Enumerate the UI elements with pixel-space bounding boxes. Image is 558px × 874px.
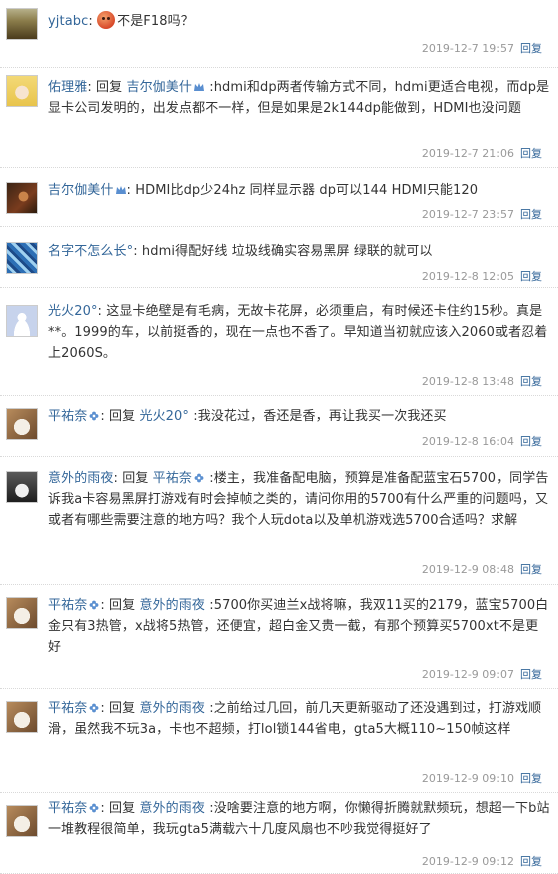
reply-button[interactable]: 回复	[520, 42, 542, 55]
user-badge-icon	[115, 186, 126, 194]
default-user-avatar[interactable]	[6, 305, 38, 337]
face-emoji-icon	[97, 11, 116, 29]
comment-timestamp: 2019-12-9 08:48	[421, 563, 514, 576]
comment-meta: 2019-12-7 21:06 回复	[422, 145, 542, 161]
reply-button[interactable]: 回复	[520, 855, 542, 868]
comment-body: 意外的雨夜: 回复 平祐奈 :楼主，我准备配电脑，预算是准备配蓝宝石5700，同…	[48, 471, 549, 528]
comment-timestamp: 2019-12-9 09:10	[421, 772, 514, 785]
username-link[interactable]: 平祐奈	[48, 701, 87, 716]
comment-timestamp: 2019-12-7 23:57	[421, 208, 514, 221]
comment-item: 平祐奈: 回复 光火20° :我没花过，香还是香，再让我买一次我还买 2019-1…	[0, 396, 558, 457]
username-link[interactable]: 平祐奈	[48, 598, 87, 613]
comment-timestamp: 2019-12-7 21:06	[421, 147, 514, 160]
comment-list: yjtabc: 不是F18吗？ 2019-12-7 19:57 回复 佑理雅: 回复 …	[0, 0, 558, 874]
username-link[interactable]: yjtabc	[48, 14, 88, 29]
comment-text: :我没花过，香还是香，再让我买一次我还买	[193, 409, 447, 424]
dark-character-avatar[interactable]	[6, 182, 38, 214]
flower-badge-icon	[194, 473, 204, 483]
comment-body: 名字不怎么长°: hdmi得配好线 垃圾线确实容易黑屏 绿联的就可以	[48, 244, 433, 259]
comment-meta: 2019-12-9 08:48 回复	[422, 561, 542, 577]
reply-button[interactable]: 回复	[520, 435, 542, 448]
username-link[interactable]: 平祐奈	[48, 409, 87, 424]
comment-text: hdmi得配好线 垃圾线确实容易黑屏 绿联的就可以	[141, 244, 433, 259]
username-link[interactable]: 平祐奈	[48, 801, 87, 816]
comment-meta: 2019-12-8 12:05 回复	[422, 268, 542, 284]
flower-badge-icon	[89, 600, 99, 610]
comment-body: 佑理雅: 回复 吉尔伽美什 :hdmi和dp两者传输方式不同，hdmi更适合电视…	[48, 80, 550, 116]
username-link[interactable]: 吉尔伽美什	[126, 80, 192, 95]
reply-label: 回复	[109, 701, 136, 716]
cat-avatar[interactable]	[6, 805, 38, 837]
reply-button[interactable]: 回复	[520, 375, 542, 388]
landscape-avatar[interactable]	[6, 8, 38, 40]
comment-body: yjtabc: 不是F18吗？	[48, 11, 550, 32]
comment-meta: 2019-12-9 09:07 回复	[422, 666, 542, 682]
comment-timestamp: 2019-12-8 13:48	[421, 375, 514, 388]
username-link[interactable]: 光火20°	[48, 304, 98, 319]
cat-avatar[interactable]	[6, 597, 38, 629]
username-link[interactable]: 名字不怎么长°	[48, 244, 133, 259]
reply-label: 回复	[109, 801, 136, 816]
comment-item: yjtabc: 不是F18吗？ 2019-12-7 19:57 回复	[0, 0, 558, 68]
comment-timestamp: 2019-12-7 19:57	[421, 42, 514, 55]
comment-timestamp: 2019-12-9 09:12	[421, 855, 514, 868]
user-badge-icon	[193, 83, 204, 91]
comment-meta: 2019-12-9 09:12 回复	[422, 853, 542, 869]
comment-body: 平祐奈: 回复 光火20° :我没花过，香还是香，再让我买一次我还买	[48, 409, 447, 424]
reply-button[interactable]: 回复	[520, 668, 542, 681]
comment-meta: 2019-12-7 23:57 回复	[422, 206, 542, 222]
username-link[interactable]: 佑理雅	[48, 80, 87, 95]
flower-badge-icon	[89, 803, 99, 813]
comment-meta: 2019-12-8 16:04 回复	[422, 433, 542, 449]
comment-text: 不是F18吗？	[117, 14, 194, 29]
comment-meta: 2019-12-8 13:48 回复	[422, 373, 542, 389]
comment-body: 平祐奈: 回复 意外的雨夜 :之前给过几回，前几天更新驱动了还没遇到过，打游戏顺…	[48, 701, 542, 737]
username-link[interactable]: 吉尔伽美什	[48, 183, 114, 198]
comment-item: 意外的雨夜: 回复 平祐奈 :楼主，我准备配电脑，预算是准备配蓝宝石5700，同…	[0, 457, 558, 585]
comment-body: 平祐奈: 回复 意外的雨夜 :没啥要注意的地方啊，你懒得折腾就默频玩，想超一下b…	[48, 801, 550, 837]
comment-body: 光火20°: 这显卡绝壁是有毛病，无故卡花屏，必须重启，有时候还卡住约15秒。真…	[48, 304, 548, 361]
comment-body: 平祐奈: 回复 意外的雨夜 :5700你买迪兰x战将嘛，我双11买的2179，蓝…	[48, 598, 549, 655]
reply-label: 回复	[96, 80, 123, 95]
comment-timestamp: 2019-12-9 09:07	[421, 668, 514, 681]
blue-pattern-avatar[interactable]	[6, 242, 38, 274]
reply-button[interactable]: 回复	[520, 270, 542, 283]
comment-text: HDMI比dp少24hz 同样显示器 dp可以144 HDMI只能120	[135, 183, 479, 198]
reply-label: 回复	[109, 409, 136, 424]
comment-timestamp: 2019-12-8 12:05	[421, 270, 514, 283]
reply-button[interactable]: 回复	[520, 563, 542, 576]
comment-text: 这显卡绝壁是有毛病，无故卡花屏，必须重启，有时候还卡住约15秒。真是**。199…	[48, 304, 548, 361]
flower-badge-icon	[89, 703, 99, 713]
comment-item: 名字不怎么长°: hdmi得配好线 垃圾线确实容易黑屏 绿联的就可以 2019-1…	[0, 227, 558, 288]
cat-avatar[interactable]	[6, 701, 38, 733]
comment-item: 平祐奈: 回复 意外的雨夜 :之前给过几回，前几天更新驱动了还没遇到过，打游戏顺…	[0, 689, 558, 793]
username-link[interactable]: 光火20°	[139, 409, 189, 424]
comment-item: 光火20°: 这显卡绝壁是有毛病，无故卡花屏，必须重启，有时候还卡住约15秒。真…	[0, 288, 558, 396]
reply-button[interactable]: 回复	[520, 147, 542, 160]
username-link[interactable]: 意外的雨夜	[139, 598, 205, 613]
comment-meta: 2019-12-7 19:57 回复	[422, 40, 542, 56]
comment-item: 佑理雅: 回复 吉尔伽美什 :hdmi和dp两者传输方式不同，hdmi更适合电视…	[0, 68, 558, 168]
reply-button[interactable]: 回复	[520, 208, 542, 221]
comment-body: 吉尔伽美什: HDMI比dp少24hz 同样显示器 dp可以144 HDMI只能…	[48, 183, 479, 198]
username-link[interactable]: 意外的雨夜	[48, 471, 114, 486]
reply-label: 回复	[109, 598, 136, 613]
comment-meta: 2019-12-9 09:10 回复	[422, 770, 542, 786]
comment-timestamp: 2019-12-8 16:04	[421, 435, 514, 448]
reply-label: 回复	[122, 471, 149, 486]
husky-avatar[interactable]	[6, 471, 38, 503]
flower-badge-icon	[89, 411, 99, 421]
comment-text: :hdmi和dp两者传输方式不同，hdmi更适合电视，而dp是显卡公司发明的，出…	[48, 80, 550, 116]
username-link[interactable]: 意外的雨夜	[139, 801, 205, 816]
reply-button[interactable]: 回复	[520, 772, 542, 785]
comment-item: 平祐奈: 回复 意外的雨夜 :没啥要注意的地方啊，你懒得折腾就默频玩，想超一下b…	[0, 793, 558, 874]
cat-avatar[interactable]	[6, 408, 38, 440]
anime-girl-avatar[interactable]	[6, 75, 38, 107]
username-link[interactable]: 意外的雨夜	[139, 701, 205, 716]
username-link[interactable]: 平祐奈	[153, 471, 192, 486]
comment-item: 吉尔伽美什: HDMI比dp少24hz 同样显示器 dp可以144 HDMI只能…	[0, 168, 558, 227]
comment-item: 平祐奈: 回复 意外的雨夜 :5700你买迪兰x战将嘛，我双11买的2179，蓝…	[0, 585, 558, 689]
